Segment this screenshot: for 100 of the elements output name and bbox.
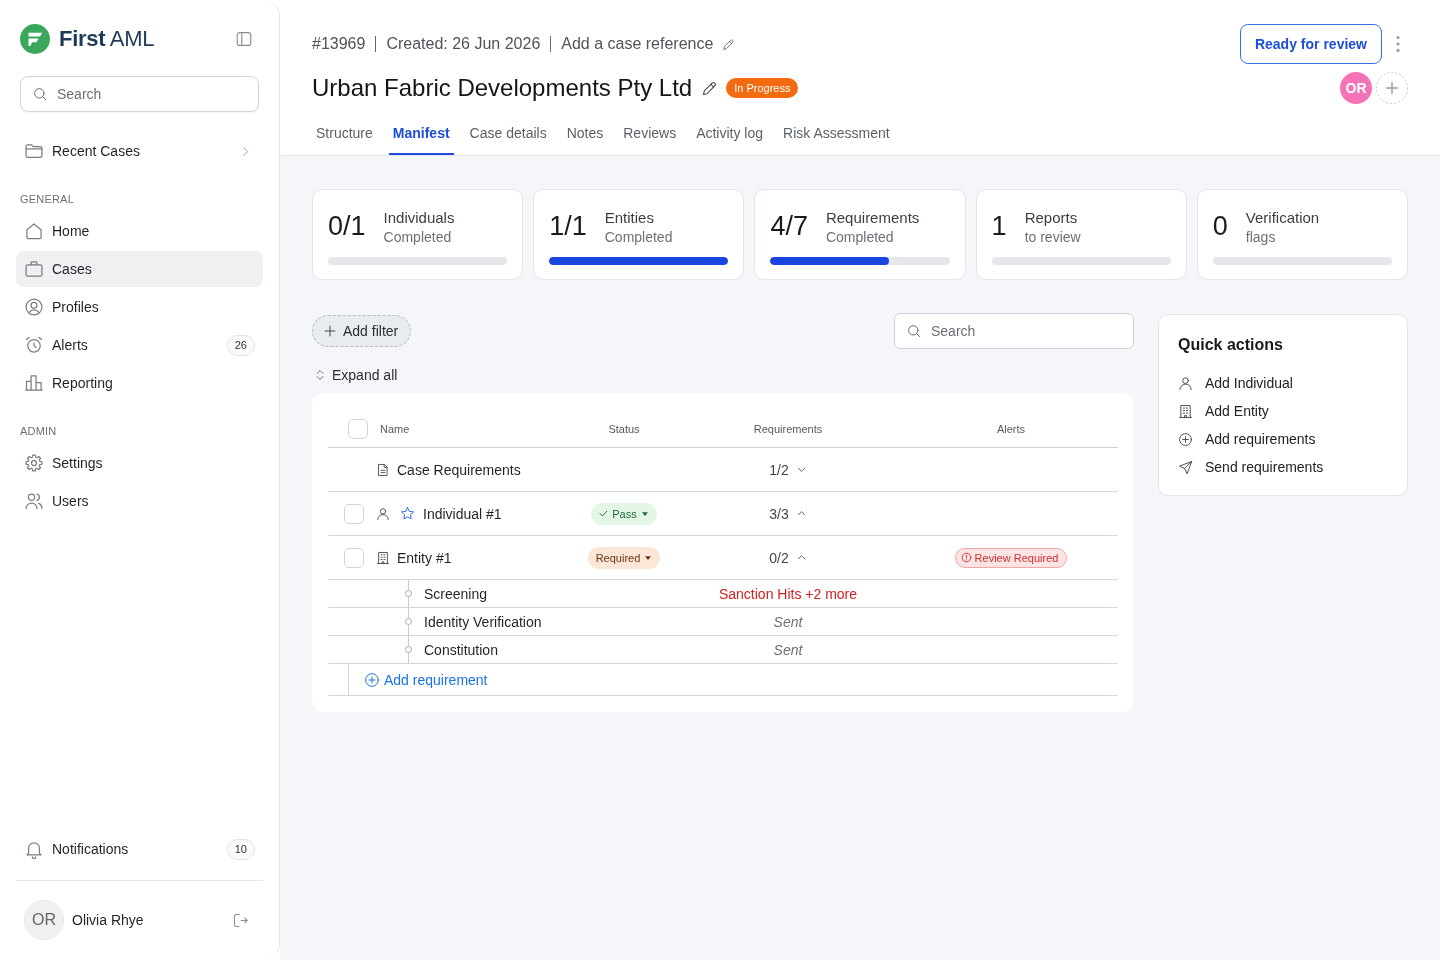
stat-label: Requirements: [825, 208, 920, 226]
nav-item[interactable]: Alerts 26: [16, 327, 263, 363]
card-title: Quick actions: [1178, 335, 1284, 355]
stat-label: Verification: [1245, 208, 1320, 226]
search-field[interactable]: Search: [894, 313, 1134, 349]
case-reference-link[interactable]: Add a case reference: [561, 35, 714, 53]
count-badge: 10: [226, 838, 255, 860]
nav-item[interactable]: Profiles: [16, 289, 263, 325]
column-header: Alerts: [996, 423, 1026, 435]
chevron-down-icon[interactable]: [795, 464, 807, 475]
briefcase-icon: [24, 259, 44, 279]
plus-circle-icon: [1178, 431, 1193, 447]
search-icon: [906, 323, 922, 339]
pencil-icon[interactable]: [701, 79, 719, 97]
tab[interactable]: Notes: [562, 114, 608, 155]
building-icon: [376, 550, 390, 565]
add-filter-button[interactable]: Add filter: [312, 315, 412, 347]
stat-value: 1: [991, 211, 1007, 242]
requirement-name: Screening: [424, 585, 488, 602]
settings-icon: [24, 453, 44, 473]
users-icon: [24, 491, 44, 511]
nav-item[interactable]: Settings: [16, 445, 263, 481]
home-icon: [24, 221, 44, 241]
up-down-chevron-icon: [314, 369, 326, 381]
user-avatar: OR: [24, 900, 64, 940]
row-name: Individual #1: [423, 505, 502, 522]
checkbox[interactable]: [344, 503, 364, 524]
column-header: Name: [380, 423, 410, 435]
tab[interactable]: Risk Assessment: [779, 114, 894, 155]
row-name: Case Requirements: [397, 461, 521, 478]
stat-value: 0/1: [328, 211, 366, 242]
nav-item[interactable]: Reporting: [16, 365, 263, 401]
tab[interactable]: Case details: [465, 114, 551, 155]
quick-action-link[interactable]: Add Individual: [1178, 369, 1388, 397]
checkbox[interactable]: [348, 419, 368, 439]
status-dropdown[interactable]: Required: [587, 546, 661, 569]
tab[interactable]: Manifest: [388, 114, 454, 155]
ready-for-review-button[interactable]: Ready for review: [1239, 24, 1382, 64]
folder-icon: [24, 141, 44, 161]
chevron-up-icon[interactable]: [795, 508, 807, 519]
quick-action-link[interactable]: Send requirements: [1178, 453, 1388, 481]
plus-circle-icon: [364, 671, 380, 688]
stat-sublabel: to review: [1024, 228, 1081, 245]
add-requirement-link[interactable]: Add requirement: [364, 671, 488, 688]
created-date: Created: 26 Jun 2026: [386, 35, 541, 53]
quick-action-link[interactable]: Add requirements: [1178, 425, 1388, 453]
tab[interactable]: Reviews: [619, 114, 681, 155]
chevron-up-icon[interactable]: [795, 552, 807, 563]
requirement-result: Sent: [773, 613, 803, 630]
section-heading: GENERAL: [19, 192, 75, 207]
status-badge: In Progress: [726, 78, 799, 98]
bar-chart-icon: [24, 373, 44, 393]
stat-label: Reports: [1024, 208, 1079, 226]
quick-action-link[interactable]: Add Entity: [1178, 397, 1388, 425]
requirement-result: Sanction Hits +2 more: [718, 585, 858, 602]
nav-item[interactable]: Home: [16, 213, 263, 249]
nav-item[interactable]: Recent Cases: [16, 133, 263, 169]
logo-text: First AML: [59, 26, 155, 52]
pencil-icon[interactable]: [722, 37, 736, 51]
tree-node-icon: [405, 618, 412, 625]
caret-icon: [640, 509, 649, 518]
plus-icon: [323, 324, 337, 338]
stat-sublabel: Completed: [383, 228, 453, 245]
stat-sublabel: Completed: [825, 228, 895, 245]
stat-label: Individuals: [383, 208, 455, 226]
search-field[interactable]: Search: [20, 76, 259, 112]
stat-value: 4/7: [770, 211, 808, 242]
caret-icon: [644, 553, 653, 562]
alert-icon: [960, 552, 972, 563]
requirement-count: 0/2: [769, 549, 789, 566]
tree-node-icon: [405, 646, 412, 653]
star-icon: [400, 506, 415, 521]
plus-icon[interactable]: [1376, 72, 1408, 104]
tab[interactable]: Structure: [312, 114, 377, 155]
logo-icon: [20, 24, 50, 54]
checkbox[interactable]: [344, 547, 364, 568]
alert-badge: Review Required: [954, 547, 1068, 568]
document-icon: [376, 462, 390, 477]
stat-label: Entities: [604, 208, 655, 226]
requirement-name: Identity Verification: [424, 613, 542, 630]
alarm-clock-icon: [24, 335, 44, 355]
requirement-count: 1/2: [769, 461, 789, 478]
more-icon[interactable]: [1396, 36, 1400, 52]
column-header: Status: [608, 423, 640, 435]
status-dropdown[interactable]: Pass: [591, 502, 657, 525]
nav-item[interactable]: Users: [16, 483, 263, 519]
nav-item[interactable]: Cases: [16, 251, 263, 287]
stat-sublabel: Completed: [604, 228, 673, 245]
row-name: Entity #1: [397, 549, 452, 566]
nav-item[interactable]: Notifications 10: [16, 831, 263, 867]
stat-value: 0: [1212, 211, 1228, 242]
sidebar-toggle-icon[interactable]: [235, 30, 253, 48]
bell-icon: [24, 839, 44, 859]
count-badge: 26: [226, 334, 255, 356]
logout-icon[interactable]: [232, 911, 249, 929]
expand-all-button[interactable]: Expand all: [312, 365, 398, 385]
tab[interactable]: Activity log: [692, 114, 768, 155]
section-heading: ADMIN: [19, 424, 58, 439]
person-icon: [376, 506, 390, 521]
requirement-result: Sent: [773, 641, 803, 658]
